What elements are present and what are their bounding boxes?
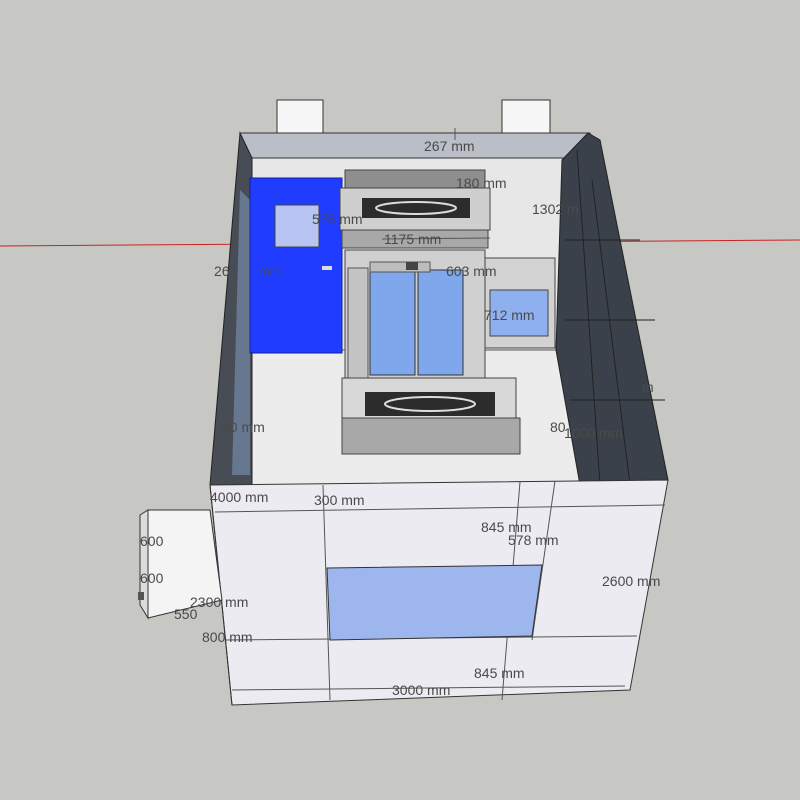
exhaust-hood-front	[341, 377, 521, 455]
dim-600-b: 600	[140, 570, 164, 586]
dim-575: 575 mm	[312, 211, 363, 227]
dim-1000: 1000 mm	[564, 425, 622, 441]
dim-m-right: m	[642, 379, 654, 395]
3d-room-view: 267 mm 180 mm 1302 m 575 mm 1175 mm 26 m…	[0, 0, 800, 800]
dim-00: 00 mm	[222, 419, 265, 435]
oven-door-right	[417, 269, 464, 376]
dim-800: 800 mm	[202, 629, 253, 645]
dim-1302: 1302 m	[532, 201, 579, 217]
dim-26: 26	[214, 263, 230, 279]
dim-180: 180 mm	[456, 175, 507, 191]
dim-845-bottom: 845 mm	[474, 665, 525, 681]
dim-600-a: 600	[140, 533, 164, 549]
dim-550: 550	[174, 606, 198, 622]
dim-712: 712 mm	[484, 307, 535, 323]
door-handle	[322, 266, 332, 270]
dim-2300: 2300 mm	[190, 594, 248, 610]
dim-267: 267 mm	[424, 138, 475, 154]
dim-300: 300 mm	[314, 492, 365, 508]
dim-4000: 4000 mm	[210, 489, 268, 505]
dim-3000: 3000 mm	[392, 682, 450, 698]
front-window	[326, 564, 543, 641]
oven-door-left	[369, 269, 416, 376]
dim-578: 578 mm	[508, 532, 559, 548]
dim-2600: 2600 mm	[602, 573, 660, 589]
back-wall	[239, 132, 593, 159]
dim-mm-left: mm	[258, 263, 281, 279]
dim-1175: 1175 mm	[384, 231, 441, 247]
dim-603: 603 mm	[446, 263, 497, 279]
